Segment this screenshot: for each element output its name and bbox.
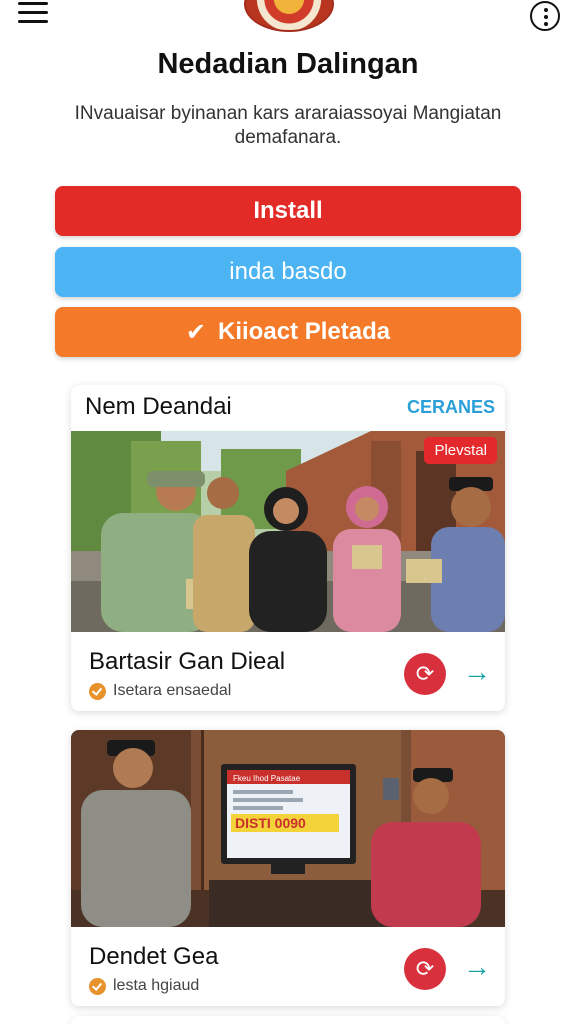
page-subtitle: INvauaisar byinanan kars araraiassoyai M… <box>74 103 502 148</box>
verified-icon <box>89 977 106 995</box>
card-meta: lesta hgiaud <box>89 977 199 995</box>
page-title: Nedadian Dalingan <box>157 48 419 80</box>
news-card[interactable]: Nem Deandai CERANES Plevstal Bartasir Ga… <box>71 385 505 711</box>
tv-room-photo: Fkeu Ihod Pasatae DISTI 0090 <box>71 730 505 927</box>
card-meta: Isetara ensaedal <box>89 682 231 700</box>
refresh-button[interactable]: ⟳ <box>404 653 446 695</box>
tertiary-button[interactable]: ✔ Kiioact Pletada <box>55 307 521 357</box>
tv-header-text: Fkeu Ihod Pasatae <box>233 774 301 783</box>
news-card[interactable]: Fkeu Ihod Pasatae DISTI 0090 Dendet Gea … <box>71 730 505 1006</box>
card-title: Dendet Gea <box>89 943 219 970</box>
card-photo-people: Plevstal <box>71 431 505 632</box>
section-heading: Nem Deandai <box>85 393 232 420</box>
refresh-button[interactable]: ⟳ <box>404 948 446 990</box>
secondary-button-label: inda basdo <box>229 258 347 285</box>
status-badge: Plevstal <box>424 437 497 464</box>
top-bar <box>0 0 576 40</box>
install-button[interactable]: Install <box>55 186 521 236</box>
check-icon: ✔ <box>185 318 207 346</box>
refresh-icon: ⟳ <box>415 956 435 981</box>
arrow-right-icon[interactable]: → <box>463 656 491 688</box>
secondary-button[interactable]: inda basdo <box>55 247 521 297</box>
arrow-right-icon[interactable]: → <box>463 951 491 983</box>
menu-icon[interactable] <box>18 2 48 24</box>
card-title: Bartasir Gan Dieal <box>89 648 286 675</box>
emblem-logo <box>244 0 334 32</box>
card-body: Dendet Gea lesta hgiaud ⟳ → <box>71 927 505 1006</box>
section-link[interactable]: CERANES <box>407 397 495 418</box>
tv-big-text: DISTI 0090 <box>235 815 306 831</box>
more-icon[interactable] <box>530 1 560 31</box>
tertiary-button-label: Kiioact Pletada <box>218 318 391 345</box>
card-meta-text: Isetara ensaedal <box>113 682 232 699</box>
news-card-partial[interactable] <box>71 1016 505 1024</box>
section-header: Nem Deandai CERANES <box>71 385 505 431</box>
install-button-label: Install <box>253 197 323 224</box>
card-photo-tv: Fkeu Ihod Pasatae DISTI 0090 <box>71 730 505 927</box>
refresh-icon: ⟳ <box>415 661 435 686</box>
card-body: Bartasir Gan Dieal Isetara ensaedal ⟳ → <box>71 632 505 711</box>
verified-icon <box>89 682 106 700</box>
card-meta-text: lesta hgiaud <box>113 977 200 994</box>
